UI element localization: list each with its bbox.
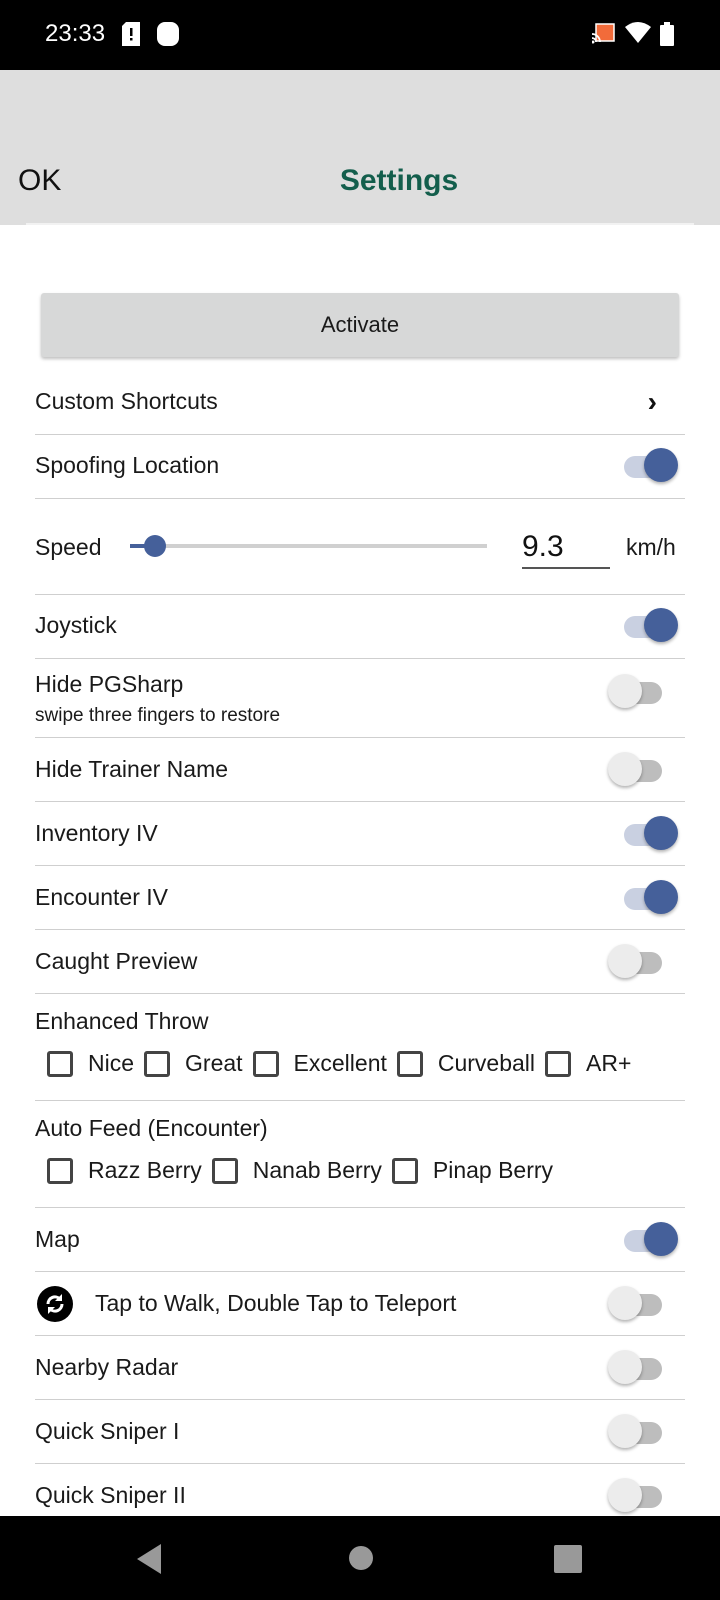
nearby-radar-label: Nearby Radar <box>35 1354 179 1380</box>
map-label: Map <box>35 1226 80 1252</box>
status-time: 23:33 <box>45 20 106 47</box>
inventory-iv-label: Inventory IV <box>35 820 158 846</box>
speed-unit: km/h <box>626 534 676 560</box>
status-bar: 23:33 <box>0 0 720 70</box>
nanab-berry-checkbox[interactable] <box>211 1157 238 1184</box>
nice-label: Nice <box>88 1050 135 1076</box>
quick-sniper-2-toggle[interactable] <box>608 1478 670 1514</box>
hide-trainer-name-label: Hide Trainer Name <box>35 756 229 782</box>
hide-pgsharp-row: Hide PGSharp swipe three fingers to rest… <box>35 668 685 734</box>
cast-icon <box>592 23 615 44</box>
ar-plus-label: AR+ <box>586 1050 632 1076</box>
curveball-label: Curveball <box>437 1050 536 1076</box>
pinap-berry-checkbox[interactable] <box>391 1157 418 1184</box>
back-icon[interactable] <box>137 1544 163 1574</box>
sync-icon[interactable] <box>37 1286 73 1322</box>
ar-plus-checkbox[interactable] <box>545 1050 572 1077</box>
divider <box>35 801 685 802</box>
wifi-icon <box>625 22 651 43</box>
razz-berry-checkbox[interactable] <box>47 1157 73 1184</box>
auto-feed-options: Razz Berry Nanab Berry Pinap Berry <box>47 1157 563 1184</box>
speed-slider-thumb[interactable] <box>143 535 166 557</box>
speed-input[interactable] <box>522 527 610 569</box>
great-checkbox[interactable] <box>144 1050 171 1077</box>
divider <box>35 658 685 659</box>
sim-alert-icon <box>122 22 140 46</box>
activate-button[interactable]: Activate <box>41 293 679 357</box>
divider <box>35 1100 685 1101</box>
tap-to-walk-label: Tap to Walk, Double Tap to Teleport <box>95 1290 457 1316</box>
great-label: Great <box>185 1050 243 1076</box>
encounter-iv-row: Encounter IV <box>35 880 685 920</box>
hide-pgsharp-sublabel: swipe three fingers to restore <box>35 705 281 726</box>
joystick-label: Joystick <box>35 612 117 638</box>
quick-sniper-1-row: Quick Sniper I <box>35 1414 685 1454</box>
hide-trainer-name-toggle[interactable] <box>608 752 670 788</box>
enhanced-throw-label: Enhanced Throw <box>35 1008 209 1034</box>
spoofing-location-row: Spoofing Location <box>35 448 685 488</box>
divider <box>35 594 685 595</box>
header-bar <box>0 70 720 225</box>
divider <box>35 929 685 930</box>
notification-icon <box>157 22 179 46</box>
excellent-checkbox[interactable] <box>252 1050 279 1077</box>
auto-feed-label: Auto Feed (Encounter) <box>35 1115 268 1141</box>
pinap-berry-label: Pinap Berry <box>432 1157 554 1183</box>
custom-shortcuts-row[interactable]: Custom Shortcuts › <box>35 386 685 436</box>
home-icon[interactable] <box>348 1545 374 1571</box>
divider <box>35 865 685 866</box>
razz-berry-label: Razz Berry <box>88 1157 202 1183</box>
nanab-berry-label: Nanab Berry <box>252 1157 382 1183</box>
caught-preview-row: Caught Preview <box>35 944 685 984</box>
hide-pgsharp-label: Hide PGSharp <box>35 671 184 697</box>
spoofing-location-toggle[interactable] <box>618 448 680 484</box>
divider <box>35 1463 685 1464</box>
chevron-right-icon: › <box>647 386 657 417</box>
inventory-iv-toggle[interactable] <box>618 816 680 852</box>
page-title-text: Settings <box>339 164 459 197</box>
hide-pgsharp-toggle[interactable] <box>608 674 670 710</box>
encounter-iv-toggle[interactable] <box>618 880 680 916</box>
inventory-iv-row: Inventory IV <box>35 816 685 856</box>
caught-preview-toggle[interactable] <box>608 944 670 980</box>
navigation-bar <box>0 1516 720 1600</box>
divider <box>35 434 685 435</box>
joystick-row: Joystick <box>35 608 685 648</box>
divider <box>35 1207 685 1208</box>
header-divider <box>26 223 694 225</box>
speed-label: Speed <box>35 534 102 560</box>
excellent-label: Excellent <box>293 1050 387 1076</box>
nice-checkbox[interactable] <box>47 1050 73 1077</box>
map-row: Map <box>35 1222 685 1262</box>
divider <box>35 1335 685 1336</box>
tap-to-walk-toggle[interactable] <box>608 1286 670 1322</box>
hide-trainer-name-row: Hide Trainer Name <box>35 752 685 792</box>
nearby-radar-row: Nearby Radar <box>35 1350 685 1390</box>
spoofing-location-label: Spoofing Location <box>35 452 220 478</box>
divider <box>35 993 685 994</box>
recents-icon[interactable] <box>554 1545 582 1573</box>
divider <box>35 1399 685 1400</box>
caught-preview-label: Caught Preview <box>35 948 198 974</box>
tap-to-walk-row: Tap to Walk, Double Tap to Teleport <box>35 1286 685 1326</box>
quick-sniper-2-label: Quick Sniper II <box>35 1482 186 1508</box>
divider <box>35 498 685 499</box>
enhanced-throw-options: Nice Great Excellent Curveball AR+ <box>47 1050 641 1077</box>
speed-slider-track[interactable] <box>130 544 487 548</box>
curveball-checkbox[interactable] <box>396 1050 423 1077</box>
page-title: Settings <box>0 164 720 198</box>
nearby-radar-toggle[interactable] <box>608 1350 670 1386</box>
encounter-iv-label: Encounter IV <box>35 884 168 910</box>
joystick-toggle[interactable] <box>618 608 680 644</box>
battery-icon <box>660 22 674 46</box>
map-toggle[interactable] <box>618 1222 680 1258</box>
quick-sniper-1-label: Quick Sniper I <box>35 1418 180 1444</box>
divider <box>35 1271 685 1272</box>
quick-sniper-1-toggle[interactable] <box>608 1414 670 1450</box>
quick-sniper-2-row: Quick Sniper II <box>35 1478 685 1518</box>
divider <box>35 737 685 738</box>
custom-shortcuts-label: Custom Shortcuts <box>35 388 218 414</box>
